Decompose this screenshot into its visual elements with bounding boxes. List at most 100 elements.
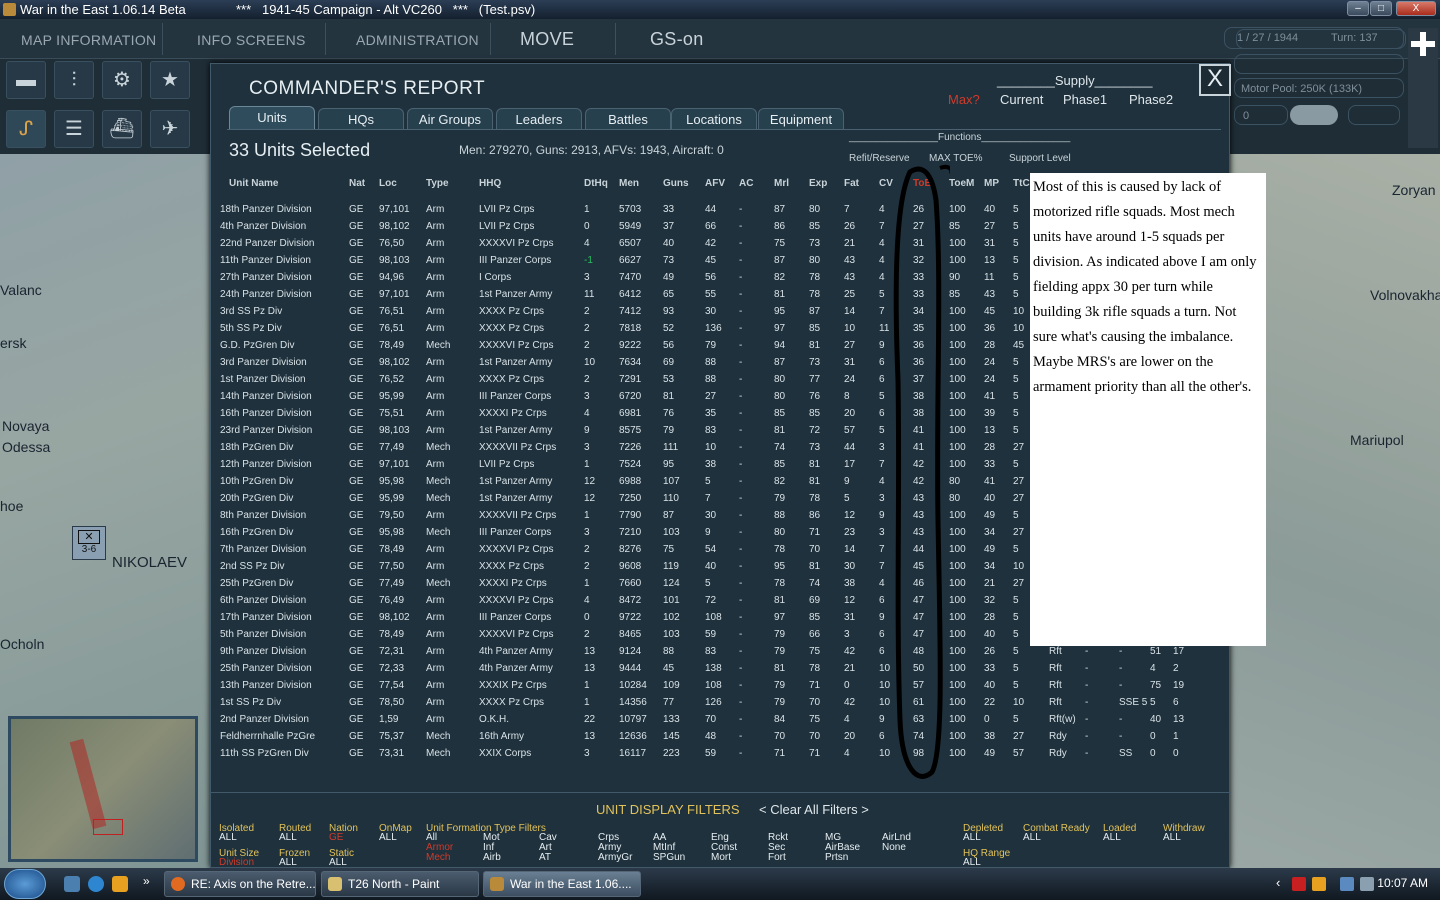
type-filter-option[interactable]: AT [539, 853, 551, 863]
filter-value[interactable]: Division [219, 858, 254, 868]
column-header[interactable]: Unit Name [229, 178, 278, 189]
unit-name[interactable]: 13th Panzer Division [220, 680, 312, 691]
filter-value[interactable]: ALL [379, 833, 397, 843]
unit-name[interactable]: 14th Panzer Division [220, 391, 312, 402]
unit-name[interactable]: 3rd SS Pz Div [220, 306, 282, 317]
filter-value[interactable]: ALL [279, 833, 297, 843]
unit-name[interactable]: 23rd Panzer Division [220, 425, 312, 436]
type-filter-option[interactable]: Mort [711, 853, 731, 863]
toggle-button-2[interactable] [1348, 105, 1400, 125]
column-header[interactable]: AC [739, 178, 753, 189]
volume-icon[interactable] [1360, 877, 1374, 891]
table-row[interactable]: 9th Panzer Division GE 72,31 Arm 4th Panzer … [211, 644, 1231, 661]
table-row[interactable]: 2nd Panzer Division GE 1,59 Arm O.K.H. 22 1079… [211, 712, 1231, 729]
taskbar-war-in-the-east[interactable]: War in the East 1.06.... [483, 871, 641, 897]
unit-name[interactable]: 24th Panzer Division [220, 289, 312, 300]
unit-name[interactable]: 10th PzGren Div [220, 476, 293, 487]
tank-icon[interactable]: ▬ [6, 61, 46, 99]
tab-equipment[interactable]: Equipment [758, 108, 844, 130]
administration-menu[interactable]: ADMINISTRATION [356, 32, 479, 48]
minimap-viewport[interactable] [93, 819, 123, 835]
column-header[interactable]: Exp [809, 178, 827, 189]
unit-name[interactable]: 4th Panzer Division [220, 221, 306, 232]
sliders-icon[interactable]: ⫶ [54, 61, 94, 99]
tray-app-icon-2[interactable] [1312, 877, 1326, 891]
column-header[interactable]: ToeM [949, 178, 974, 189]
maximize-button[interactable]: □ [1370, 1, 1392, 16]
tab-locations[interactable]: Locations [671, 108, 757, 130]
refit-reserve-function[interactable]: Refit/Reserve [849, 153, 910, 164]
supply-max-option[interactable]: Max? [948, 92, 980, 107]
max-toe-function[interactable]: MAX TOE% [929, 153, 983, 164]
unit-name[interactable]: 11th Panzer Division [220, 255, 311, 266]
unit-name[interactable]: 1st Panzer Division [220, 374, 306, 385]
type-filter-option[interactable]: None [882, 843, 906, 853]
show-desktop-icon[interactable] [64, 876, 80, 892]
unit-name[interactable]: Feldherrnhalle PzGre [220, 731, 315, 742]
minimap[interactable] [8, 716, 198, 862]
column-header[interactable]: Guns [663, 178, 689, 189]
rail-f2-icon[interactable]: ☰ [54, 110, 94, 148]
tab-hqs[interactable]: HQs [318, 108, 404, 130]
air-f4-icon[interactable]: ✈ [150, 110, 190, 148]
column-header[interactable]: Type [426, 178, 449, 189]
unit-name[interactable]: 5th Panzer Division [220, 629, 306, 640]
tray-app-icon[interactable] [1292, 877, 1306, 891]
gs-on-toggle[interactable]: GS-on [650, 29, 704, 50]
type-filter-option[interactable]: SPGun [653, 853, 685, 863]
filter-value[interactable]: GE [329, 833, 343, 843]
type-filter-option[interactable]: ArmyGr [598, 853, 632, 863]
unit-name[interactable]: 7th Panzer Division [220, 544, 306, 555]
column-header[interactable]: HHQ [479, 178, 501, 189]
unit-name[interactable]: 18th Panzer Division [220, 204, 312, 215]
type-filter-option[interactable]: Mech [426, 853, 450, 863]
column-header[interactable]: CV [879, 178, 893, 189]
tab-leaders[interactable]: Leaders [496, 108, 582, 130]
unit-name[interactable]: 16th Panzer Division [220, 408, 312, 419]
unit-name[interactable]: 6th Panzer Division [220, 595, 306, 606]
clear-all-filters-button[interactable]: < Clear All Filters > [759, 802, 869, 817]
unit-name[interactable]: 22nd Panzer Division [220, 238, 315, 249]
unit-name[interactable]: 20th PzGren Div [220, 493, 293, 504]
type-filter-option[interactable]: Airb [483, 853, 501, 863]
map-information-menu[interactable]: MAP INFORMATION [21, 32, 156, 48]
filter-value[interactable]: ALL [1023, 833, 1041, 843]
tab-battles[interactable]: Battles [585, 108, 671, 130]
unit-name[interactable]: 27th Panzer Division [220, 272, 312, 283]
taskbar-paint[interactable]: T26 North - Paint [321, 871, 479, 897]
filter-value[interactable]: ALL [219, 833, 237, 843]
column-header[interactable]: DtHq [584, 178, 608, 189]
unit-name[interactable]: 3rd Panzer Division [220, 357, 307, 368]
unit-name[interactable]: 1st SS Pz Div [220, 697, 281, 708]
filter-value[interactable]: ALL [963, 833, 981, 843]
type-filter-option[interactable]: Prtsn [825, 853, 848, 863]
chevron-right-icon[interactable]: » [143, 874, 150, 888]
column-header[interactable]: AFV [705, 178, 725, 189]
unit-name[interactable]: 17th Panzer Division [220, 612, 312, 623]
filter-value[interactable]: ALL [279, 858, 297, 868]
unit-name[interactable]: 16th PzGren Div [220, 527, 293, 538]
gear-icon[interactable]: ⚙ [102, 61, 142, 99]
column-header[interactable]: TtC [1013, 178, 1030, 189]
column-header[interactable]: Men [619, 178, 639, 189]
close-report-button[interactable]: X [1199, 64, 1231, 96]
column-header[interactable]: MP [984, 178, 999, 189]
tray-expand-icon[interactable]: ‹ [1276, 875, 1280, 890]
unit-name[interactable]: 11th SS PzGren Div [220, 748, 309, 759]
filter-value[interactable]: ALL [329, 858, 347, 868]
tab-units[interactable]: Units [229, 106, 315, 130]
filter-value[interactable]: ALL [963, 858, 981, 868]
column-header[interactable]: Nat [349, 178, 365, 189]
ground-units-f1-icon[interactable]: ᔑ [6, 110, 46, 148]
unit-name[interactable]: 25th Panzer Division [220, 663, 312, 674]
unit-name[interactable]: 2nd SS Pz Div [220, 561, 284, 572]
taskbar-firefox[interactable]: RE: Axis on the Retre... [164, 871, 316, 897]
table-row[interactable]: 13th Panzer Division GE 77,54 Arm XXXIX Pz C… [211, 678, 1231, 695]
table-row[interactable]: 25th Panzer Division GE 72,33 Arm 4th Panzer… [211, 661, 1231, 678]
unit-name[interactable]: 12th Panzer Division [220, 459, 312, 470]
move-mode-button[interactable]: MOVE [520, 29, 574, 50]
minimize-button[interactable]: – [1347, 1, 1369, 16]
info-screens-menu[interactable]: INFO SCREENS [197, 32, 306, 48]
media-player-icon[interactable] [112, 876, 128, 892]
column-header[interactable]: ToE [913, 178, 931, 189]
